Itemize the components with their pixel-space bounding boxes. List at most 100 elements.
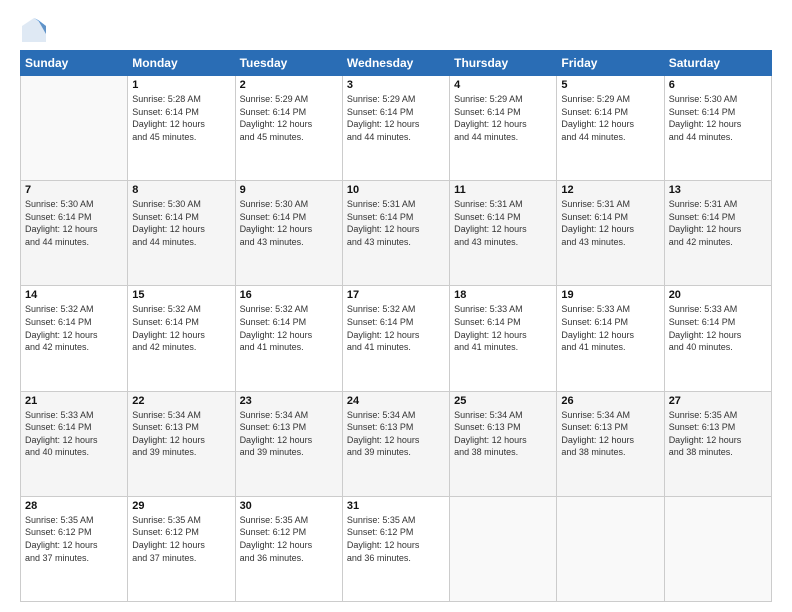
day-info: Sunrise: 5:34 AMSunset: 6:13 PMDaylight:…: [347, 409, 445, 459]
calendar-cell: [450, 496, 557, 601]
day-number: 29: [132, 500, 230, 512]
day-number: 10: [347, 184, 445, 196]
calendar-cell: 14 Sunrise: 5:32 AMSunset: 6:14 PMDayligh…: [21, 286, 128, 391]
day-info: Sunrise: 5:34 AMSunset: 6:13 PMDaylight:…: [240, 409, 338, 459]
calendar-cell: 4Sunrise: 5:29 AMSunset: 6:14 PMDaylight…: [450, 76, 557, 181]
day-info: Sunrise: 5:29 AMSunset: 6:14 PMDaylight:…: [240, 93, 338, 143]
weekday-header-thursday: Thursday: [450, 51, 557, 76]
day-number: 19: [561, 289, 659, 301]
day-number: 22: [132, 395, 230, 407]
day-info: Sunrise: 5:30 AMSunset: 6:14 PMDaylight:…: [669, 93, 767, 143]
day-info: Sunrise: 5:33 AMSunset: 6:14 PMDaylight:…: [454, 303, 552, 353]
weekday-header-sunday: Sunday: [21, 51, 128, 76]
day-info: Sunrise: 5:31 AMSunset: 6:14 PMDaylight:…: [347, 198, 445, 248]
day-info: Sunrise: 5:29 AMSunset: 6:14 PMDaylight:…: [561, 93, 659, 143]
day-number: 4: [454, 79, 552, 91]
day-number: 7: [25, 184, 123, 196]
calendar-cell: 21 Sunrise: 5:33 AMSunset: 6:14 PMDayligh…: [21, 391, 128, 496]
calendar-cell: 18 Sunrise: 5:33 AMSunset: 6:14 PMDayligh…: [450, 286, 557, 391]
day-number: 3: [347, 79, 445, 91]
calendar-cell: 13Sunrise: 5:31 AMSunset: 6:14 PMDayligh…: [664, 181, 771, 286]
weekday-header-tuesday: Tuesday: [235, 51, 342, 76]
calendar-cell: 3 Sunrise: 5:29 AMSunset: 6:14 PMDaylight…: [342, 76, 449, 181]
calendar-week-row: 14 Sunrise: 5:32 AMSunset: 6:14 PMDayligh…: [21, 286, 772, 391]
calendar-cell: [557, 496, 664, 601]
logo: [20, 16, 52, 44]
day-info: Sunrise: 5:35 AMSunset: 6:12 PMDaylight:…: [347, 514, 445, 564]
calendar-cell: 23Sunrise: 5:34 AMSunset: 6:13 PMDayligh…: [235, 391, 342, 496]
calendar-header-row: SundayMondayTuesdayWednesdayThursdayFrid…: [21, 51, 772, 76]
day-number: 2: [240, 79, 338, 91]
day-info: Sunrise: 5:35 AMSunset: 6:12 PMDaylight:…: [240, 514, 338, 564]
calendar-cell: [664, 496, 771, 601]
day-number: 8: [132, 184, 230, 196]
calendar-cell: 10 Sunrise: 5:31 AMSunset: 6:14 PMDayligh…: [342, 181, 449, 286]
header: [20, 16, 772, 44]
calendar-cell: 11Sunrise: 5:31 AMSunset: 6:14 PMDayligh…: [450, 181, 557, 286]
day-info: Sunrise: 5:34 AMSunset: 6:13 PMDaylight:…: [561, 409, 659, 459]
day-info: Sunrise: 5:35 AMSunset: 6:13 PMDaylight:…: [669, 409, 767, 459]
day-number: 30: [240, 500, 338, 512]
calendar-cell: 31 Sunrise: 5:35 AMSunset: 6:12 PMDayligh…: [342, 496, 449, 601]
day-info: Sunrise: 5:35 AMSunset: 6:12 PMDaylight:…: [132, 514, 230, 564]
calendar-cell: 12 Sunrise: 5:31 AMSunset: 6:14 PMDayligh…: [557, 181, 664, 286]
calendar-cell: 27 Sunrise: 5:35 AMSunset: 6:13 PMDayligh…: [664, 391, 771, 496]
calendar-cell: 22Sunrise: 5:34 AMSunset: 6:13 PMDayligh…: [128, 391, 235, 496]
day-info: Sunrise: 5:29 AMSunset: 6:14 PMDaylight:…: [347, 93, 445, 143]
day-number: 13: [669, 184, 767, 196]
day-number: 12: [561, 184, 659, 196]
day-number: 17: [347, 289, 445, 301]
calendar-cell: 2 Sunrise: 5:29 AMSunset: 6:14 PMDaylight…: [235, 76, 342, 181]
weekday-header-friday: Friday: [557, 51, 664, 76]
day-number: 14: [25, 289, 123, 301]
calendar-cell: 24Sunrise: 5:34 AMSunset: 6:13 PMDayligh…: [342, 391, 449, 496]
day-number: 18: [454, 289, 552, 301]
day-info: Sunrise: 5:35 AMSunset: 6:12 PMDaylight:…: [25, 514, 123, 564]
day-number: 20: [669, 289, 767, 301]
calendar-cell: 28 Sunrise: 5:35 AMSunset: 6:12 PMDayligh…: [21, 496, 128, 601]
calendar-week-row: 1 Sunrise: 5:28 AMSunset: 6:14 PMDaylight…: [21, 76, 772, 181]
day-info: Sunrise: 5:28 AMSunset: 6:14 PMDaylight:…: [132, 93, 230, 143]
day-info: Sunrise: 5:32 AMSunset: 6:14 PMDaylight:…: [347, 303, 445, 353]
calendar-cell: 6 Sunrise: 5:30 AMSunset: 6:14 PMDaylight…: [664, 76, 771, 181]
day-number: 16: [240, 289, 338, 301]
day-info: Sunrise: 5:30 AMSunset: 6:14 PMDaylight:…: [240, 198, 338, 248]
day-number: 9: [240, 184, 338, 196]
weekday-header-saturday: Saturday: [664, 51, 771, 76]
day-number: 25: [454, 395, 552, 407]
day-info: Sunrise: 5:30 AMSunset: 6:14 PMDaylight:…: [132, 198, 230, 248]
page: SundayMondayTuesdayWednesdayThursdayFrid…: [0, 0, 792, 612]
calendar-cell: 17 Sunrise: 5:32 AMSunset: 6:14 PMDayligh…: [342, 286, 449, 391]
calendar-cell: 19 Sunrise: 5:33 AMSunset: 6:14 PMDayligh…: [557, 286, 664, 391]
day-number: 26: [561, 395, 659, 407]
day-number: 11: [454, 184, 552, 196]
day-number: 21: [25, 395, 123, 407]
calendar-cell: 9 Sunrise: 5:30 AMSunset: 6:14 PMDaylight…: [235, 181, 342, 286]
calendar-cell: 8 Sunrise: 5:30 AMSunset: 6:14 PMDaylight…: [128, 181, 235, 286]
calendar-cell: 30 Sunrise: 5:35 AMSunset: 6:12 PMDayligh…: [235, 496, 342, 601]
calendar-cell: 29 Sunrise: 5:35 AMSunset: 6:12 PMDayligh…: [128, 496, 235, 601]
weekday-header-wednesday: Wednesday: [342, 51, 449, 76]
day-info: Sunrise: 5:32 AMSunset: 6:14 PMDaylight:…: [132, 303, 230, 353]
calendar-cell: 25Sunrise: 5:34 AMSunset: 6:13 PMDayligh…: [450, 391, 557, 496]
day-number: 28: [25, 500, 123, 512]
day-number: 1: [132, 79, 230, 91]
day-info: Sunrise: 5:33 AMSunset: 6:14 PMDaylight:…: [25, 409, 123, 459]
day-info: Sunrise: 5:32 AMSunset: 6:14 PMDaylight:…: [25, 303, 123, 353]
calendar-cell: 20 Sunrise: 5:33 AMSunset: 6:14 PMDayligh…: [664, 286, 771, 391]
logo-icon: [20, 16, 48, 44]
day-number: 27: [669, 395, 767, 407]
calendar-week-row: 7 Sunrise: 5:30 AMSunset: 6:14 PMDaylight…: [21, 181, 772, 286]
calendar-week-row: 28 Sunrise: 5:35 AMSunset: 6:12 PMDayligh…: [21, 496, 772, 601]
day-info: Sunrise: 5:31 AMSunset: 6:14 PMDaylight:…: [561, 198, 659, 248]
day-number: 6: [669, 79, 767, 91]
day-info: Sunrise: 5:32 AMSunset: 6:14 PMDaylight:…: [240, 303, 338, 353]
calendar-cell: 1 Sunrise: 5:28 AMSunset: 6:14 PMDaylight…: [128, 76, 235, 181]
day-info: Sunrise: 5:33 AMSunset: 6:14 PMDaylight:…: [669, 303, 767, 353]
day-info: Sunrise: 5:33 AMSunset: 6:14 PMDaylight:…: [561, 303, 659, 353]
calendar-week-row: 21 Sunrise: 5:33 AMSunset: 6:14 PMDayligh…: [21, 391, 772, 496]
calendar-cell: 15Sunrise: 5:32 AMSunset: 6:14 PMDayligh…: [128, 286, 235, 391]
day-number: 31: [347, 500, 445, 512]
calendar-cell: 7Sunrise: 5:30 AMSunset: 6:14 PMDaylight…: [21, 181, 128, 286]
weekday-header-monday: Monday: [128, 51, 235, 76]
